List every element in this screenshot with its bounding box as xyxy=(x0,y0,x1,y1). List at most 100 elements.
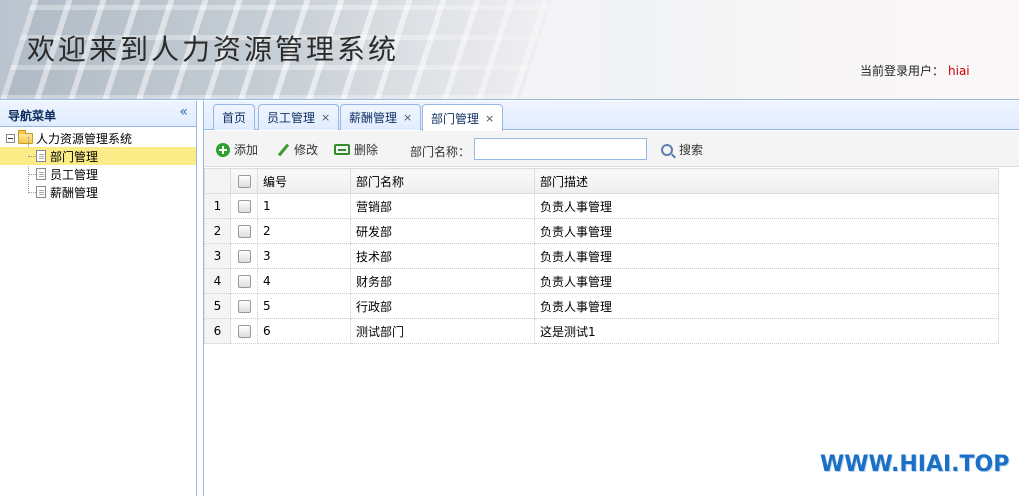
table-row[interactable]: 3 3 技术部 负责人事管理 xyxy=(204,243,999,269)
nav-tree: 人力资源管理系统 部门管理 员工管理 薪酬管理 xyxy=(0,127,196,201)
toolbar: 添加 修改 删除 部门名称： 搜索 xyxy=(204,131,1019,167)
row-checkbox-cell[interactable] xyxy=(230,218,258,244)
table-row[interactable]: 4 4 财务部 负责人事管理 xyxy=(204,268,999,294)
cell-id: 2 xyxy=(257,218,351,244)
delete-icon xyxy=(334,144,350,155)
row-number: 3 xyxy=(204,243,231,269)
row-checkbox[interactable] xyxy=(237,225,251,238)
cell-id: 3 xyxy=(257,243,351,269)
cell-name: 测试部门 xyxy=(350,318,535,344)
watermark: WWW.HIAI.TOP xyxy=(820,452,1010,477)
row-checkbox[interactable] xyxy=(237,325,251,338)
row-checkbox-cell[interactable] xyxy=(230,243,258,269)
table-row[interactable]: 5 5 行政部 负责人事管理 xyxy=(204,293,999,319)
search-button[interactable]: 搜索 xyxy=(661,141,703,158)
tab-label: 薪酬管理 xyxy=(349,111,398,125)
department-name-input[interactable] xyxy=(474,138,647,160)
document-icon xyxy=(36,186,46,198)
row-number: 5 xyxy=(204,293,231,319)
tab-label: 部门管理 xyxy=(431,111,480,126)
tab-home[interactable]: 首页 xyxy=(213,104,256,130)
edit-button-label: 修改 xyxy=(294,143,319,157)
cell-name: 行政部 xyxy=(350,293,535,319)
row-number: 2 xyxy=(204,218,231,244)
app-header: 欢迎来到人力资源管理系统 当前登录用户： hiai xyxy=(0,0,1019,100)
table-row[interactable]: 1 1 营销部 负责人事管理 xyxy=(204,193,999,219)
current-user-label: 当前登录用户： xyxy=(860,64,945,78)
edit-button[interactable]: 修改 xyxy=(276,141,318,158)
row-checkbox-cell[interactable] xyxy=(230,193,258,219)
cell-desc: 负责人事管理 xyxy=(534,243,999,269)
add-button-label: 添加 xyxy=(234,143,259,157)
tree-item-label: 部门管理 xyxy=(50,149,99,164)
row-number: 1 xyxy=(204,193,231,219)
tree-root[interactable]: 人力资源管理系统 xyxy=(0,129,196,147)
cell-name: 营销部 xyxy=(350,193,535,219)
close-icon[interactable]: × xyxy=(321,111,330,124)
tree-root-label: 人力资源管理系统 xyxy=(36,131,133,146)
select-all-checkbox[interactable] xyxy=(237,175,251,188)
double-chevron-left-icon[interactable]: « xyxy=(179,104,188,120)
column-header-desc[interactable]: 部门描述 xyxy=(534,168,999,194)
cell-desc: 负责人事管理 xyxy=(534,293,999,319)
row-checkbox[interactable] xyxy=(237,250,251,263)
search-button-label: 搜索 xyxy=(679,143,704,157)
row-number-header xyxy=(204,168,231,194)
column-header-name[interactable]: 部门名称 xyxy=(350,168,535,194)
close-icon[interactable]: × xyxy=(403,111,412,124)
cell-name: 技术部 xyxy=(350,243,535,269)
search-label: 部门名称： xyxy=(410,145,471,159)
close-icon[interactable]: × xyxy=(485,112,494,125)
row-checkbox[interactable] xyxy=(237,200,251,213)
tree-item-department[interactable]: 部门管理 xyxy=(0,147,196,165)
row-checkbox-cell[interactable] xyxy=(230,318,258,344)
cell-name: 研发部 xyxy=(350,218,535,244)
cell-id: 6 xyxy=(257,318,351,344)
cell-name: 财务部 xyxy=(350,268,535,294)
cell-desc: 这是测试1 xyxy=(534,318,999,344)
row-checkbox[interactable] xyxy=(237,300,251,313)
cell-id: 4 xyxy=(257,268,351,294)
row-checkbox-cell[interactable] xyxy=(230,293,258,319)
document-icon xyxy=(36,168,46,180)
tree-item-salary[interactable]: 薪酬管理 xyxy=(0,183,196,201)
row-number: 4 xyxy=(204,268,231,294)
grid-header-row: 编号 部门名称 部门描述 xyxy=(204,168,999,194)
pencil-icon xyxy=(276,143,290,157)
tab-employee[interactable]: 员工管理 × xyxy=(258,104,340,130)
search-icon xyxy=(661,143,673,156)
delete-button-label: 删除 xyxy=(354,143,379,157)
nav-panel-title: 导航菜单 xyxy=(8,109,57,123)
select-all-checkbox-cell[interactable] xyxy=(230,168,258,194)
nav-panel-header: 导航菜单 « xyxy=(0,101,196,127)
cell-desc: 负责人事管理 xyxy=(534,193,999,219)
row-checkbox-cell[interactable] xyxy=(230,268,258,294)
app-title: 欢迎来到人力资源管理系统 xyxy=(27,33,400,66)
nav-panel: 导航菜单 « 人力资源管理系统 部门管理 员工管理 薪酬管理 xyxy=(0,101,197,496)
table-row[interactable]: 6 6 测试部门 这是测试1 xyxy=(204,318,999,344)
tab-bar: 首页 员工管理 × 薪酬管理 × 部门管理 × xyxy=(204,101,1019,131)
tab-label: 首页 xyxy=(222,111,247,125)
column-header-id[interactable]: 编号 xyxy=(257,168,351,194)
row-checkbox[interactable] xyxy=(237,275,251,288)
add-icon xyxy=(216,142,230,157)
main-panel: 首页 员工管理 × 薪酬管理 × 部门管理 × 添加 修改 删除 部门名称： 搜… xyxy=(203,101,1019,496)
current-user-name: hiai xyxy=(948,64,970,78)
add-button[interactable]: 添加 xyxy=(216,141,258,158)
tab-salary[interactable]: 薪酬管理 × xyxy=(340,104,422,130)
tab-label: 员工管理 xyxy=(267,111,316,125)
collapse-minus-icon[interactable] xyxy=(6,133,15,143)
cell-desc: 负责人事管理 xyxy=(534,218,999,244)
table-row[interactable]: 2 2 研发部 负责人事管理 xyxy=(204,218,999,244)
tree-item-label: 薪酬管理 xyxy=(50,185,99,200)
cell-id: 1 xyxy=(257,193,351,219)
folder-open-icon xyxy=(18,129,33,144)
tree-item-employee[interactable]: 员工管理 xyxy=(0,165,196,183)
row-number: 6 xyxy=(204,318,231,344)
cell-desc: 负责人事管理 xyxy=(534,268,999,294)
document-icon xyxy=(36,150,46,162)
delete-button[interactable]: 删除 xyxy=(334,141,378,158)
cell-id: 5 xyxy=(257,293,351,319)
department-grid: 编号 部门名称 部门描述 1 1 营销部 负责人事管理 2 2 研发部 负责人事管理 3 3 技术部… xyxy=(204,168,1019,344)
tab-department[interactable]: 部门管理 × xyxy=(422,104,504,131)
